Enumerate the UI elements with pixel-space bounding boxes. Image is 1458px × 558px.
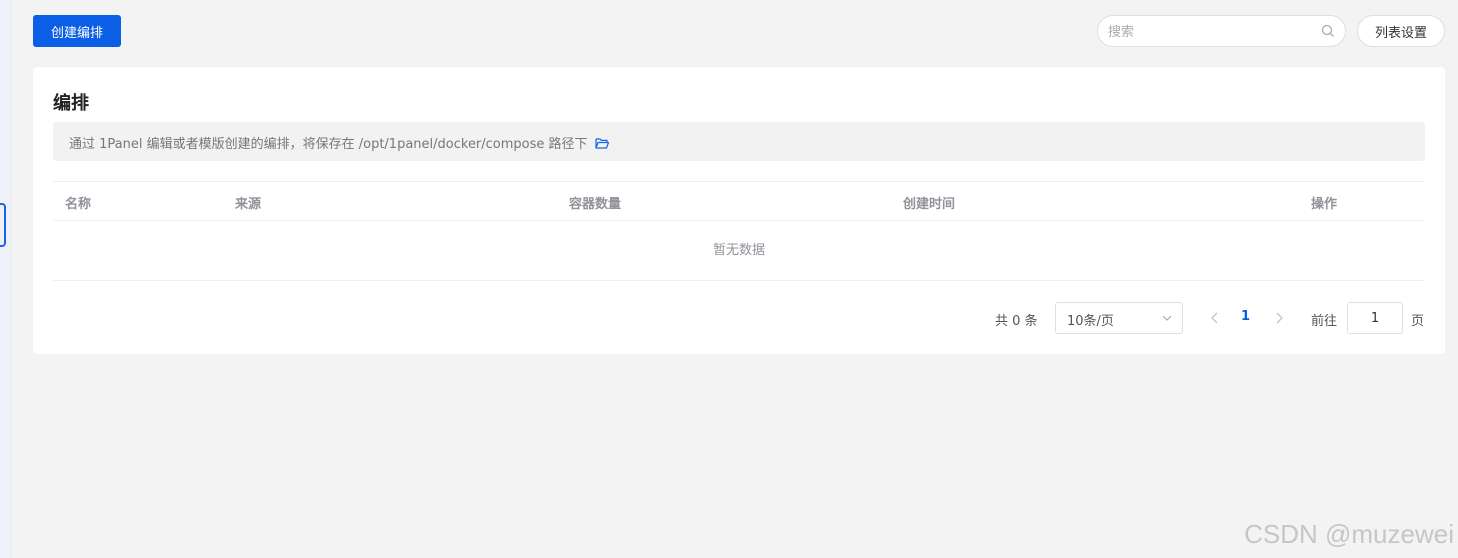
- pagination-total: 共 0 条: [995, 314, 1038, 329]
- next-page-icon[interactable]: [1271, 310, 1287, 326]
- folder-open-icon[interactable]: [595, 137, 609, 149]
- page-unit-label: 页: [1411, 314, 1425, 329]
- tip-text: 通过 1Panel 编辑或者模版创建的编排，将保存在 /opt/1panel/d…: [69, 137, 588, 152]
- column-settings-button[interactable]: 列表设置: [1357, 15, 1445, 47]
- storage-path-tip: 通过 1Panel 编辑或者模版创建的编排，将保存在 /opt/1panel/d…: [53, 122, 1425, 161]
- column-header-name: 名称: [65, 197, 92, 212]
- compose-card: 编排 通过 1Panel 编辑或者模版创建的编排，将保存在 /opt/1pane…: [33, 67, 1445, 354]
- card-title: 编排: [53, 93, 89, 114]
- column-header-container-count: 容器数量: [569, 197, 622, 212]
- compose-table: 名称 来源 容器数量 创建时间 操作 暂无数据: [53, 181, 1425, 281]
- goto-label: 前往: [1311, 314, 1338, 329]
- side-menu-active-indicator[interactable]: [0, 203, 6, 247]
- chevron-down-icon: [1162, 315, 1172, 321]
- current-page-number[interactable]: 1: [1241, 309, 1250, 324]
- page-size-value: 10条/页: [1067, 314, 1114, 329]
- search-icon[interactable]: [1321, 24, 1335, 38]
- page-jump-input[interactable]: [1347, 302, 1403, 334]
- toolbar: 创建编排 列表设置: [33, 15, 1445, 47]
- search-box[interactable]: [1097, 15, 1346, 47]
- watermark: CSDN @muzewei: [1244, 519, 1454, 549]
- create-compose-button[interactable]: 创建编排: [33, 15, 121, 47]
- column-header-actions: 操作: [1311, 197, 1338, 212]
- column-header-created-time: 创建时间: [903, 197, 956, 212]
- search-input[interactable]: [1108, 22, 1308, 42]
- prev-page-icon[interactable]: [1207, 310, 1223, 326]
- table-header: 名称 来源 容器数量 创建时间 操作: [53, 181, 1425, 221]
- page-size-select[interactable]: 10条/页: [1055, 302, 1183, 334]
- table-empty-state: 暂无数据: [53, 221, 1425, 281]
- column-header-source: 来源: [235, 197, 262, 212]
- pagination: 共 0 条 10条/页 1 前往 页: [33, 302, 1445, 334]
- side-menu-strip: [0, 0, 12, 558]
